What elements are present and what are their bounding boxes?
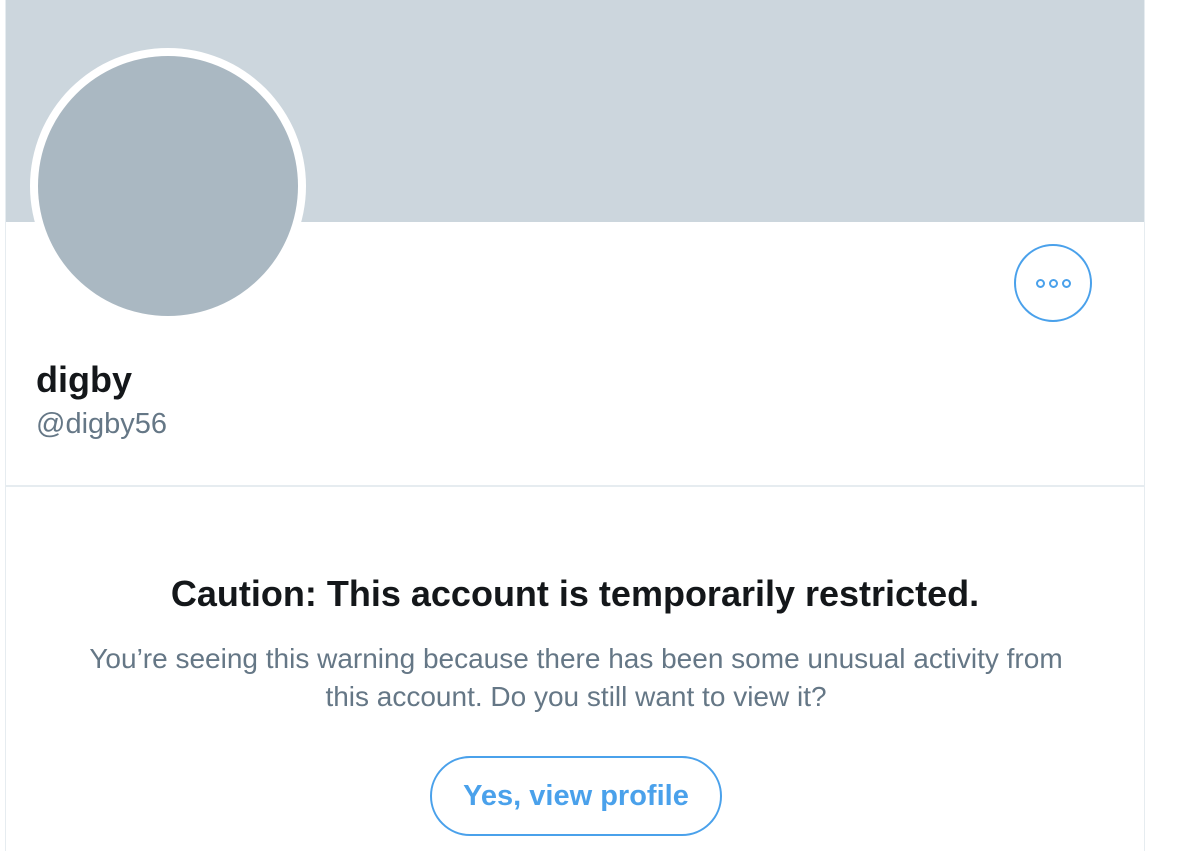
profile-card: digby @digby56 Caution: This account is … [5,0,1145,851]
warning-message-line-2: this account. Do you still want to view … [325,681,827,712]
avatar-border [30,48,306,324]
more-options-icon [1035,278,1045,288]
display-name: digby [36,359,132,400]
more-options-icon-dot [1061,278,1071,288]
more-options-icon-dot [1048,278,1058,288]
section-divider [6,485,1144,487]
more-options-button[interactable] [1014,244,1092,322]
warning-message-line-1: You’re seeing this warning because there… [89,643,1063,674]
warning-title: Caution: This account is temporarily res… [170,573,980,614]
avatar [38,56,298,316]
view-profile-button[interactable]: Yes, view profile [430,756,722,836]
page: digby @digby56 Caution: This account is … [0,0,1200,851]
user-handle: @digby56 [36,408,168,440]
warning-message: You’re seeing this warning because there… [46,640,1106,716]
